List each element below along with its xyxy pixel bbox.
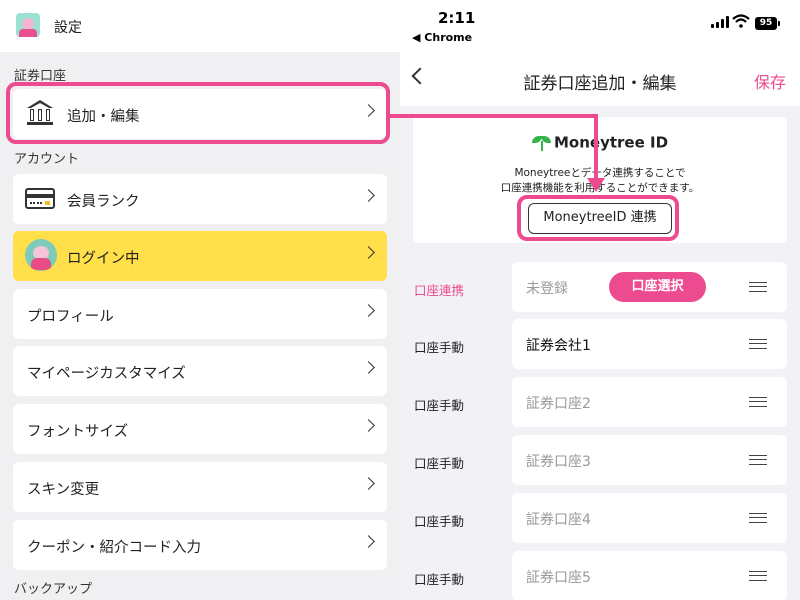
manual-account-field-3[interactable]: 証券口座3 xyxy=(512,435,787,485)
manual-account-field-1[interactable]: 証券会社1 xyxy=(512,319,787,369)
profile-label: プロフィール xyxy=(27,309,114,325)
mypage-customize-label: マイページカスタマイズ xyxy=(27,366,186,382)
profile-item[interactable]: プロフィール xyxy=(13,289,387,339)
settings-header: 設定 xyxy=(0,0,400,52)
annotation-connector xyxy=(388,114,598,118)
card-icon xyxy=(25,188,55,209)
skin-change-label: スキン変更 xyxy=(27,482,100,498)
account-name-value: 証券会社1 xyxy=(526,338,591,354)
drag-handle-icon[interactable] xyxy=(749,571,767,581)
status-time: 2:11 xyxy=(438,9,476,27)
manual-account-field-2[interactable]: 証券口座2 xyxy=(512,377,787,427)
status-bar: 2:11 ◀ Chrome 95 xyxy=(400,0,800,50)
wifi-icon xyxy=(732,14,750,28)
font-size-item[interactable]: フォントサイズ xyxy=(13,404,387,454)
linked-account-status: 未登録 xyxy=(526,281,568,297)
highlight-box-add-edit xyxy=(6,82,390,144)
logged-in-label: ログイン中 xyxy=(67,251,140,267)
section-backup-label: バックアップ xyxy=(14,582,93,597)
account-name-placeholder: 証券口座5 xyxy=(526,570,591,586)
chevron-right-icon xyxy=(362,477,375,490)
drag-handle-icon[interactable] xyxy=(749,339,767,349)
linked-account-field: 未登録 口座選択 xyxy=(512,262,787,312)
member-rank-label: 会員ランク xyxy=(67,194,140,210)
app-icon xyxy=(16,13,40,37)
font-size-label: フォントサイズ xyxy=(27,424,129,440)
account-name-placeholder: 証券口座4 xyxy=(526,512,591,528)
logged-in-item[interactable]: ログイン中 xyxy=(13,231,387,281)
drag-handle-icon[interactable] xyxy=(749,282,767,292)
highlight-box-moneytree-button xyxy=(517,195,679,241)
chevron-right-icon xyxy=(362,189,375,202)
battery-icon: 95 xyxy=(755,17,777,30)
annotation-connector xyxy=(594,114,598,180)
manual-account-field-4[interactable]: 証券口座4 xyxy=(512,493,787,543)
row-label-manual: 口座手動 xyxy=(414,456,465,471)
section-account-label: アカウント xyxy=(14,152,80,167)
mypage-customize-item[interactable]: マイページカスタマイズ xyxy=(13,346,387,396)
chevron-right-icon xyxy=(362,246,375,259)
skin-change-item[interactable]: スキン変更 xyxy=(13,462,387,512)
nav-bar: 証券口座追加・編集 保存 xyxy=(400,50,800,106)
drag-handle-icon[interactable] xyxy=(749,455,767,465)
chevron-right-icon xyxy=(362,361,375,374)
coupon-label: クーポン・紹介コード入力 xyxy=(27,540,201,556)
row-label-linked: 口座連携 xyxy=(414,283,465,298)
drag-handle-icon[interactable] xyxy=(749,513,767,523)
moneytree-logo: Moneytree ID xyxy=(413,133,787,153)
annotation-arrow-tip xyxy=(587,178,605,192)
select-account-button[interactable]: 口座選択 xyxy=(609,272,706,302)
manual-account-field-5[interactable]: 証券口座5 xyxy=(512,551,787,600)
chevron-right-icon xyxy=(362,419,375,432)
member-rank-item[interactable]: 会員ランク xyxy=(13,174,387,224)
signal-icon xyxy=(711,16,729,28)
account-edit-screen: 2:11 ◀ Chrome 95 証券口座追加・編集 保存 Moneytree … xyxy=(400,0,800,600)
drag-handle-icon[interactable] xyxy=(749,397,767,407)
row-label-manual: 口座手動 xyxy=(414,572,465,587)
save-button[interactable]: 保存 xyxy=(754,69,786,93)
settings-title: 設定 xyxy=(54,20,82,36)
row-label-manual: 口座手動 xyxy=(414,340,465,355)
account-name-placeholder: 証券口座2 xyxy=(526,396,591,412)
row-label-manual: 口座手動 xyxy=(414,514,465,529)
coupon-item[interactable]: クーポン・紹介コード入力 xyxy=(13,520,387,570)
moneytree-leaf-icon xyxy=(531,133,552,153)
account-name-placeholder: 証券口座3 xyxy=(526,454,591,470)
chevron-right-icon xyxy=(362,304,375,317)
avatar-icon xyxy=(25,239,57,271)
row-label-manual: 口座手動 xyxy=(414,398,465,413)
back-to-chrome-link[interactable]: ◀ Chrome xyxy=(412,31,472,44)
settings-panel: 設定 証券口座 追加・編集 アカウント 会員ランク ログイン中 プロフィール マ… xyxy=(0,0,400,600)
chevron-right-icon xyxy=(362,535,375,548)
page-title: 証券口座追加・編集 xyxy=(523,74,677,94)
